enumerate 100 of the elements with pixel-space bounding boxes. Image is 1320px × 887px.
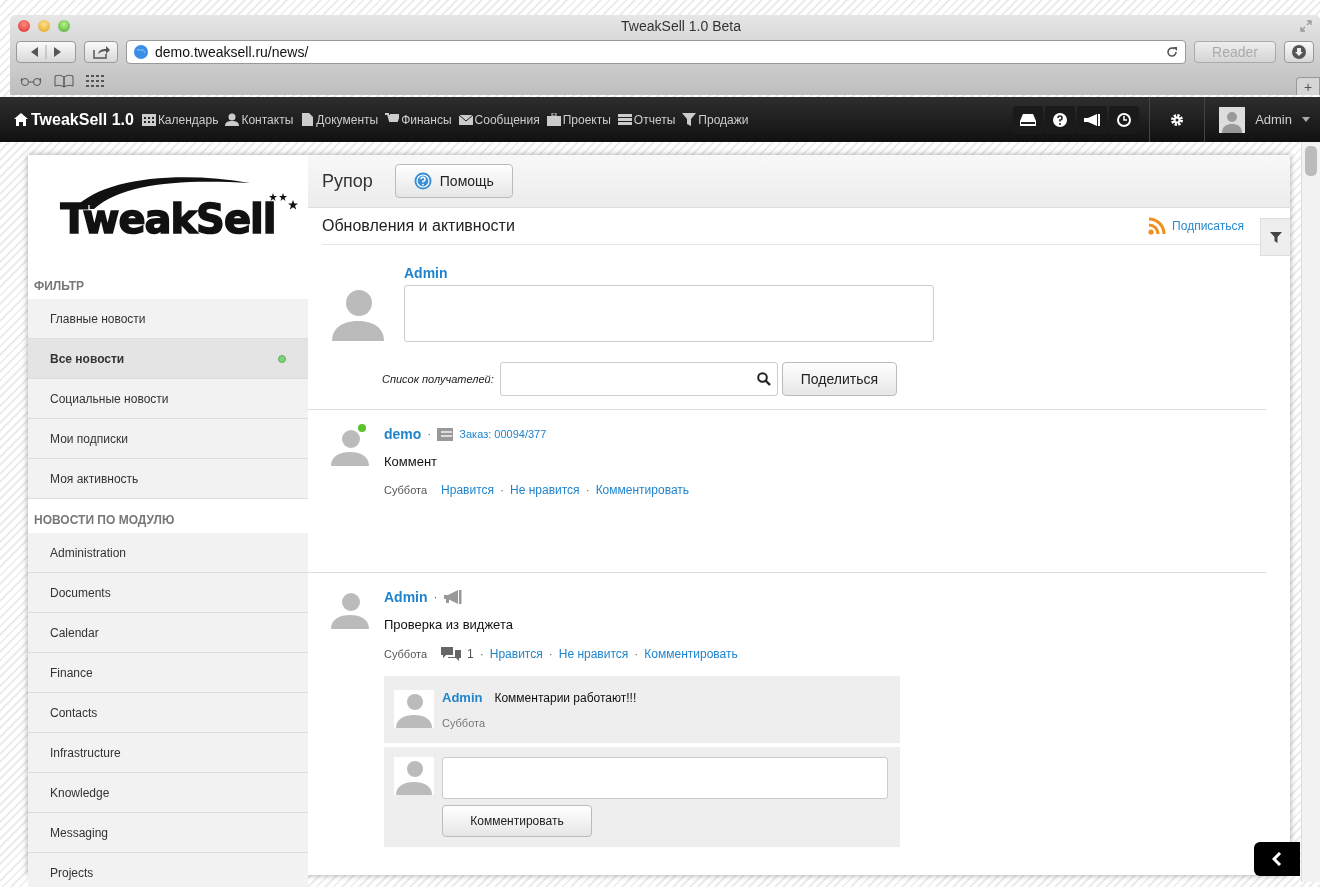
nav-link[interactable]: Контакты (225, 112, 294, 127)
window-title: TweakSell 1.0 Beta (621, 18, 741, 34)
help-button[interactable]: Помощь (394, 164, 513, 198)
sidebar-item[interactable]: Finance (28, 653, 308, 693)
inbox-icon[interactable] (1013, 105, 1044, 134)
briefcase-icon (546, 113, 561, 126)
comments-icon (441, 646, 462, 662)
action-link[interactable]: Не нравится (558, 647, 629, 661)
subscribe-link[interactable]: Подписаться (1148, 217, 1244, 235)
author-link[interactable]: demo (384, 426, 422, 442)
user-menu[interactable]: Admin (1205, 97, 1320, 142)
share-post-button[interactable]: Поделиться (781, 362, 898, 396)
sidebar-item[interactable]: Calendar (28, 613, 308, 653)
filter-icon (1269, 231, 1282, 243)
calendar-icon (141, 113, 156, 126)
share-button[interactable] (84, 41, 118, 63)
post-date: Суббота (384, 648, 428, 660)
action-link[interactable]: Нравится (441, 483, 495, 497)
avatar-icon (394, 690, 434, 728)
logo: TweakSell (28, 155, 308, 265)
chevron-left-icon (1272, 852, 1282, 866)
sidebar-item[interactable]: Knowledge (28, 773, 308, 813)
post-date: Суббота (384, 484, 428, 496)
globe-icon (133, 44, 149, 60)
section-title: Обновления и активности (322, 217, 516, 235)
comment-count: 1 (467, 647, 474, 661)
scrollbar[interactable] (1301, 142, 1320, 882)
order-link[interactable]: Заказ: 00094/377 (459, 428, 547, 440)
nav-link[interactable]: Сообщения (458, 112, 540, 127)
sidebar-item[interactable]: Administration (28, 533, 308, 573)
separator: · (548, 647, 553, 661)
comment-field[interactable] (442, 757, 888, 799)
recipients-field[interactable] (499, 362, 778, 396)
nav-link[interactable]: Отчеты (617, 112, 676, 127)
megaphone-icon[interactable] (1077, 105, 1108, 134)
action-link[interactable]: Не нравится (510, 483, 580, 497)
action-link[interactable]: Нравится (489, 647, 543, 661)
search-icon[interactable] (756, 372, 771, 386)
grid-icon[interactable] (86, 75, 104, 87)
envelope-icon (458, 113, 473, 126)
sidebar-item[interactable]: Главные новости (28, 299, 308, 339)
funnel-icon (682, 113, 697, 126)
book-icon[interactable] (54, 74, 74, 88)
sidebar-item[interactable]: Projects (28, 853, 308, 887)
section-heading: НОВОСТИ ПО МОДУЛЮ (33, 512, 176, 529)
close-button[interactable] (18, 20, 30, 32)
nav-link[interactable]: Финансы (385, 112, 452, 127)
post-text: Коммент (384, 454, 439, 469)
comment-text: Комментарии работают!!! (494, 690, 637, 705)
sidebar-item[interactable]: Documents (28, 573, 308, 613)
reload-icon[interactable] (1165, 45, 1179, 59)
nav-link[interactable]: Календарь (141, 112, 219, 127)
new-tab-button[interactable]: + (1296, 77, 1320, 95)
download-button[interactable] (1284, 41, 1314, 63)
separator: · (634, 647, 639, 661)
sidebar-item[interactable]: Моя активность (28, 459, 308, 499)
separator: · (500, 483, 505, 497)
sidebar-item[interactable]: Contacts (28, 693, 308, 733)
comment-button[interactable]: Комментировать (442, 805, 592, 837)
share-icon (92, 45, 110, 59)
glasses-icon[interactable] (20, 76, 42, 86)
separator: · (433, 590, 438, 604)
sidebar-item[interactable]: Социальные новости (28, 379, 308, 419)
separator: · (479, 647, 484, 661)
caret-icon (1302, 117, 1310, 122)
back-forward-buttons[interactable] (16, 41, 76, 63)
separator: · (585, 483, 590, 497)
avatar-icon (1219, 106, 1246, 133)
author-link[interactable]: Admin (404, 265, 934, 281)
nav-link[interactable]: Продажи (682, 112, 749, 127)
page-title: Рупор (322, 170, 373, 192)
person-icon (225, 113, 240, 126)
nav-link[interactable]: Документы (300, 112, 379, 127)
sidebar-item[interactable]: Infrastructure (28, 733, 308, 773)
recipients-label: Список получателей: (382, 373, 494, 385)
help-icon[interactable] (1045, 105, 1076, 134)
action-link[interactable]: Комментировать (644, 647, 738, 661)
sidebar-item[interactable]: Messaging (28, 813, 308, 853)
list-icon (617, 113, 632, 126)
help-icon (413, 172, 432, 190)
filter-button[interactable] (1260, 218, 1290, 256)
address-bar[interactable]: demo.tweaksell.ru/news/ (126, 40, 1186, 64)
comment-date: Суббота (442, 717, 487, 729)
separator: · (427, 427, 432, 441)
sidebar-item[interactable]: Все новости (28, 339, 308, 379)
megaphone-icon (443, 590, 462, 604)
avatar-icon (394, 757, 434, 795)
action-link[interactable]: Комментировать (595, 483, 690, 497)
post-text-field[interactable] (404, 285, 934, 342)
section-heading: ФИЛЬТР (33, 278, 86, 295)
collapse-button[interactable] (1254, 842, 1300, 876)
download-icon (1291, 44, 1307, 60)
table-icon (437, 427, 454, 441)
author-link[interactable]: Admin (384, 589, 428, 605)
post-text: Проверка из виджета (384, 617, 514, 632)
sidebar-item[interactable]: Мои подписки (28, 419, 308, 459)
nav-link[interactable]: Проекты (546, 112, 611, 127)
clock-icon[interactable] (1109, 105, 1140, 134)
brand-link[interactable]: TweakSell 1.0 (14, 110, 134, 129)
document-icon (300, 113, 315, 126)
